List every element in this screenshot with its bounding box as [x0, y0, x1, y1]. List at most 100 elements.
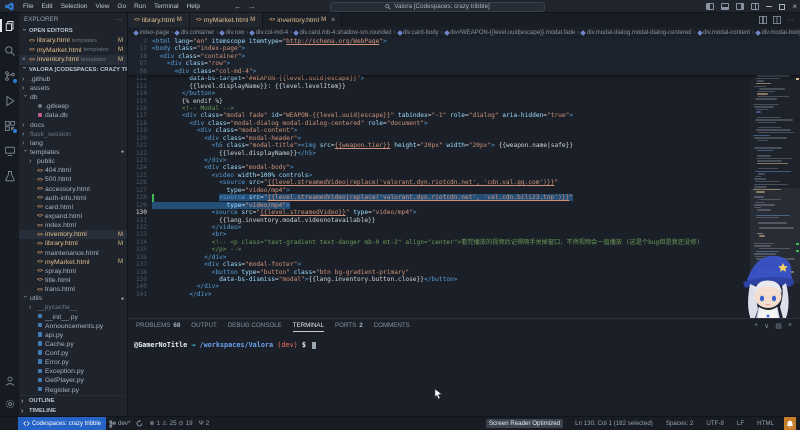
- tree-item-.gitkeep[interactable]: .gitkeep: [19, 102, 127, 111]
- tree-item-utils[interactable]: › utils ●: [19, 294, 127, 303]
- git-branch-indicator[interactable]: dev*: [106, 417, 133, 430]
- code-line[interactable]: 119 <div class="modal-content">: [128, 127, 800, 134]
- explorer-icon[interactable]: [0, 19, 16, 32]
- close-window-button[interactable]: ×: [792, 2, 797, 10]
- indentation-status[interactable]: Spaces: 2: [663, 420, 697, 427]
- breadcrumb-item[interactable]: div.card.mb-4.shadow-sm.rounded: [293, 30, 392, 36]
- code-line[interactable]: 129 type="video/mp4">: [128, 201, 800, 209]
- code-line[interactable]: 141 </div>: [128, 291, 800, 298]
- tree-item-title.html[interactable]: <> title.html: [19, 276, 127, 285]
- eol-status[interactable]: LF: [734, 420, 747, 427]
- search-icon[interactable]: [3, 44, 16, 57]
- tree-item-card.html[interactable]: <> card.html: [19, 203, 127, 212]
- section-outline[interactable]: › OUTLINE: [19, 396, 127, 406]
- tree-item-db[interactable]: › db: [19, 93, 127, 102]
- code-line[interactable]: 138 <button type="button" class="btn bg-…: [128, 269, 800, 276]
- explorer-more-icon[interactable]: ···: [116, 16, 122, 23]
- minimize-button[interactable]: [766, 6, 773, 7]
- code-line[interactable]: 121 <h5 class="modal-title"><img src={{w…: [128, 142, 800, 149]
- tree-item-spray.html[interactable]: <> spray.html: [19, 267, 127, 276]
- settings-icon[interactable]: [3, 397, 16, 410]
- tree-item-index.html[interactable]: <> index.html: [19, 221, 127, 230]
- menu-selection[interactable]: Selection: [57, 2, 92, 11]
- breadcrumb-item[interactable]: div.card-body: [396, 30, 439, 36]
- tree-item-.github[interactable]: › .github: [19, 75, 127, 84]
- run-debug-icon[interactable]: [3, 94, 16, 107]
- menu-view[interactable]: View: [91, 2, 113, 11]
- tree-item-flask_session[interactable]: › flask_session: [19, 130, 127, 139]
- extensions-icon[interactable]: [3, 119, 18, 134]
- code-line[interactable]: 136 </div>: [128, 254, 800, 261]
- encoding-status[interactable]: UTF-8: [703, 420, 727, 427]
- code-line[interactable]: 18 <div class="container">: [128, 53, 800, 60]
- split-terminal-icon[interactable]: ▤: [775, 322, 782, 330]
- tree-item-data.db[interactable]: data.db: [19, 111, 127, 120]
- problems-indicator[interactable]: ⊗ 1 ⚠ 25 ⊙ 19: [146, 417, 195, 430]
- open-editor-item[interactable]: <> library.html templates M: [19, 36, 127, 46]
- code-line[interactable]: 130 <source src="{{level.streamedVideo}}…: [128, 209, 800, 216]
- toggle-secondary-sidebar-icon[interactable]: [736, 3, 745, 10]
- toggle-sidebar-icon[interactable]: [706, 3, 715, 10]
- code-line[interactable]: 122 {{level.displayName}}</h5>: [128, 150, 800, 157]
- panel-tab-terminal[interactable]: TERMINAL: [292, 319, 324, 332]
- code-line[interactable]: 112 data-bs-target="#WEAPON-{{level.uuid…: [128, 75, 800, 82]
- code-line[interactable]: 131 {{lang.inventory.modal.videonotavail…: [128, 217, 800, 224]
- accounts-icon[interactable]: [3, 374, 16, 387]
- toggle-editor-layout-icon[interactable]: [773, 16, 781, 24]
- code-line[interactable]: 123 </div>: [128, 157, 800, 164]
- tree-item-__init__.py[interactable]: __init__.py: [19, 312, 127, 321]
- code-line[interactable]: 140 </div>: [128, 283, 800, 290]
- language-mode-status[interactable]: HTML: [754, 420, 777, 427]
- tree-item-Exception.py[interactable]: Exception.py: [19, 367, 127, 376]
- new-terminal-icon[interactable]: +: [754, 322, 758, 330]
- code-line[interactable]: 118 <div class="modal-dialog modal-dialo…: [128, 120, 800, 127]
- code-line[interactable]: 12 <body class="index-page">: [128, 45, 800, 52]
- tree-item-Cache.py[interactable]: Cache.py: [19, 340, 127, 349]
- tree-item-inventory.html[interactable]: <> inventory.html M: [19, 230, 127, 240]
- screen-reader-status[interactable]: Screen Reader Optimized: [485, 419, 564, 428]
- close-panel-icon[interactable]: ×: [788, 322, 792, 330]
- code-line[interactable]: 115 {% endif %}: [128, 98, 800, 105]
- ports-indicator[interactable]: Ψ2: [196, 417, 213, 430]
- customize-layout-icon[interactable]: [751, 3, 760, 10]
- open-editors-header[interactable]: › OPEN EDITORS: [19, 26, 127, 36]
- code-line[interactable]: 113 {{level.displayName}}: {{level.level…: [128, 83, 800, 90]
- tree-item-library.html[interactable]: <> library.html M: [19, 239, 127, 248]
- code-line[interactable]: 2 <html lang="en" itemscope itemtype="htt…: [128, 38, 800, 45]
- code-line[interactable]: 135 </p> -->: [128, 246, 800, 253]
- code-line[interactable]: 117 <div class="modal fade" id="WEAPON-{…: [128, 112, 800, 119]
- tree-item-maintenance.html[interactable]: <> maintenance.html: [19, 248, 127, 257]
- breadcrumb-item[interactable]: index-page: [133, 30, 169, 36]
- menu-help[interactable]: Help: [183, 2, 204, 11]
- tree-item-myMarket.html[interactable]: <> myMarket.html M: [19, 258, 127, 267]
- toggle-panel-icon[interactable]: [721, 3, 730, 10]
- more-actions-icon[interactable]: ···: [787, 17, 794, 24]
- panel-tab-problems[interactable]: PROBLEMS 68: [136, 319, 180, 332]
- breadcrumb-item[interactable]: div.modal-content: [696, 30, 750, 36]
- terminal-dropdown-icon[interactable]: ∨: [764, 322, 769, 330]
- code-line[interactable]: 124 <div class="modal-body">: [128, 164, 800, 171]
- tree-item-500.html[interactable]: <> 500.html: [19, 175, 127, 184]
- split-editor-icon[interactable]: [759, 16, 767, 24]
- menu-run[interactable]: Run: [130, 2, 150, 11]
- open-editor-item[interactable]: × <> inventory.html templates M: [19, 55, 127, 65]
- tree-item-public[interactable]: › public: [19, 157, 127, 166]
- code-line[interactable]: 125 <video width=100% controls>: [128, 172, 800, 179]
- tree-item-docs[interactable]: › docs: [19, 120, 127, 129]
- tab-myMarket.html[interactable]: <> myMarket.html M: [189, 13, 264, 27]
- tree-item-__pycache__[interactable]: › __pycache__: [19, 303, 127, 312]
- code-line[interactable]: 133 <br>: [128, 231, 800, 238]
- panel-tab-comments[interactable]: COMMENTS: [374, 319, 410, 332]
- close-tab-icon[interactable]: ×: [331, 17, 335, 24]
- tree-item-404.html[interactable]: <> 404.html: [19, 166, 127, 175]
- panel-tab-ports[interactable]: PORTS 2: [335, 319, 363, 332]
- tree-item-Register.py[interactable]: Register.py: [19, 386, 127, 395]
- code-line[interactable]: 128 <source src="{{level.streamedVideo|r…: [128, 194, 800, 202]
- tree-item-GetPlayer.py[interactable]: GetPlayer.py: [19, 376, 127, 385]
- breadcrumb-item[interactable]: div.modal-dialog.modal-dialog-centered: [580, 30, 692, 36]
- breadcrumb-item[interactable]: div#WEAPON-{{level.uuid|escape}}.modal.f…: [443, 30, 575, 36]
- panel-tab-debug-console[interactable]: DEBUG CONSOLE: [228, 319, 282, 332]
- code-line[interactable]: 127 type="video/mp4">: [128, 187, 800, 194]
- source-control-icon[interactable]: [3, 69, 18, 84]
- tree-item-expand.html[interactable]: <> expand.html: [19, 212, 127, 221]
